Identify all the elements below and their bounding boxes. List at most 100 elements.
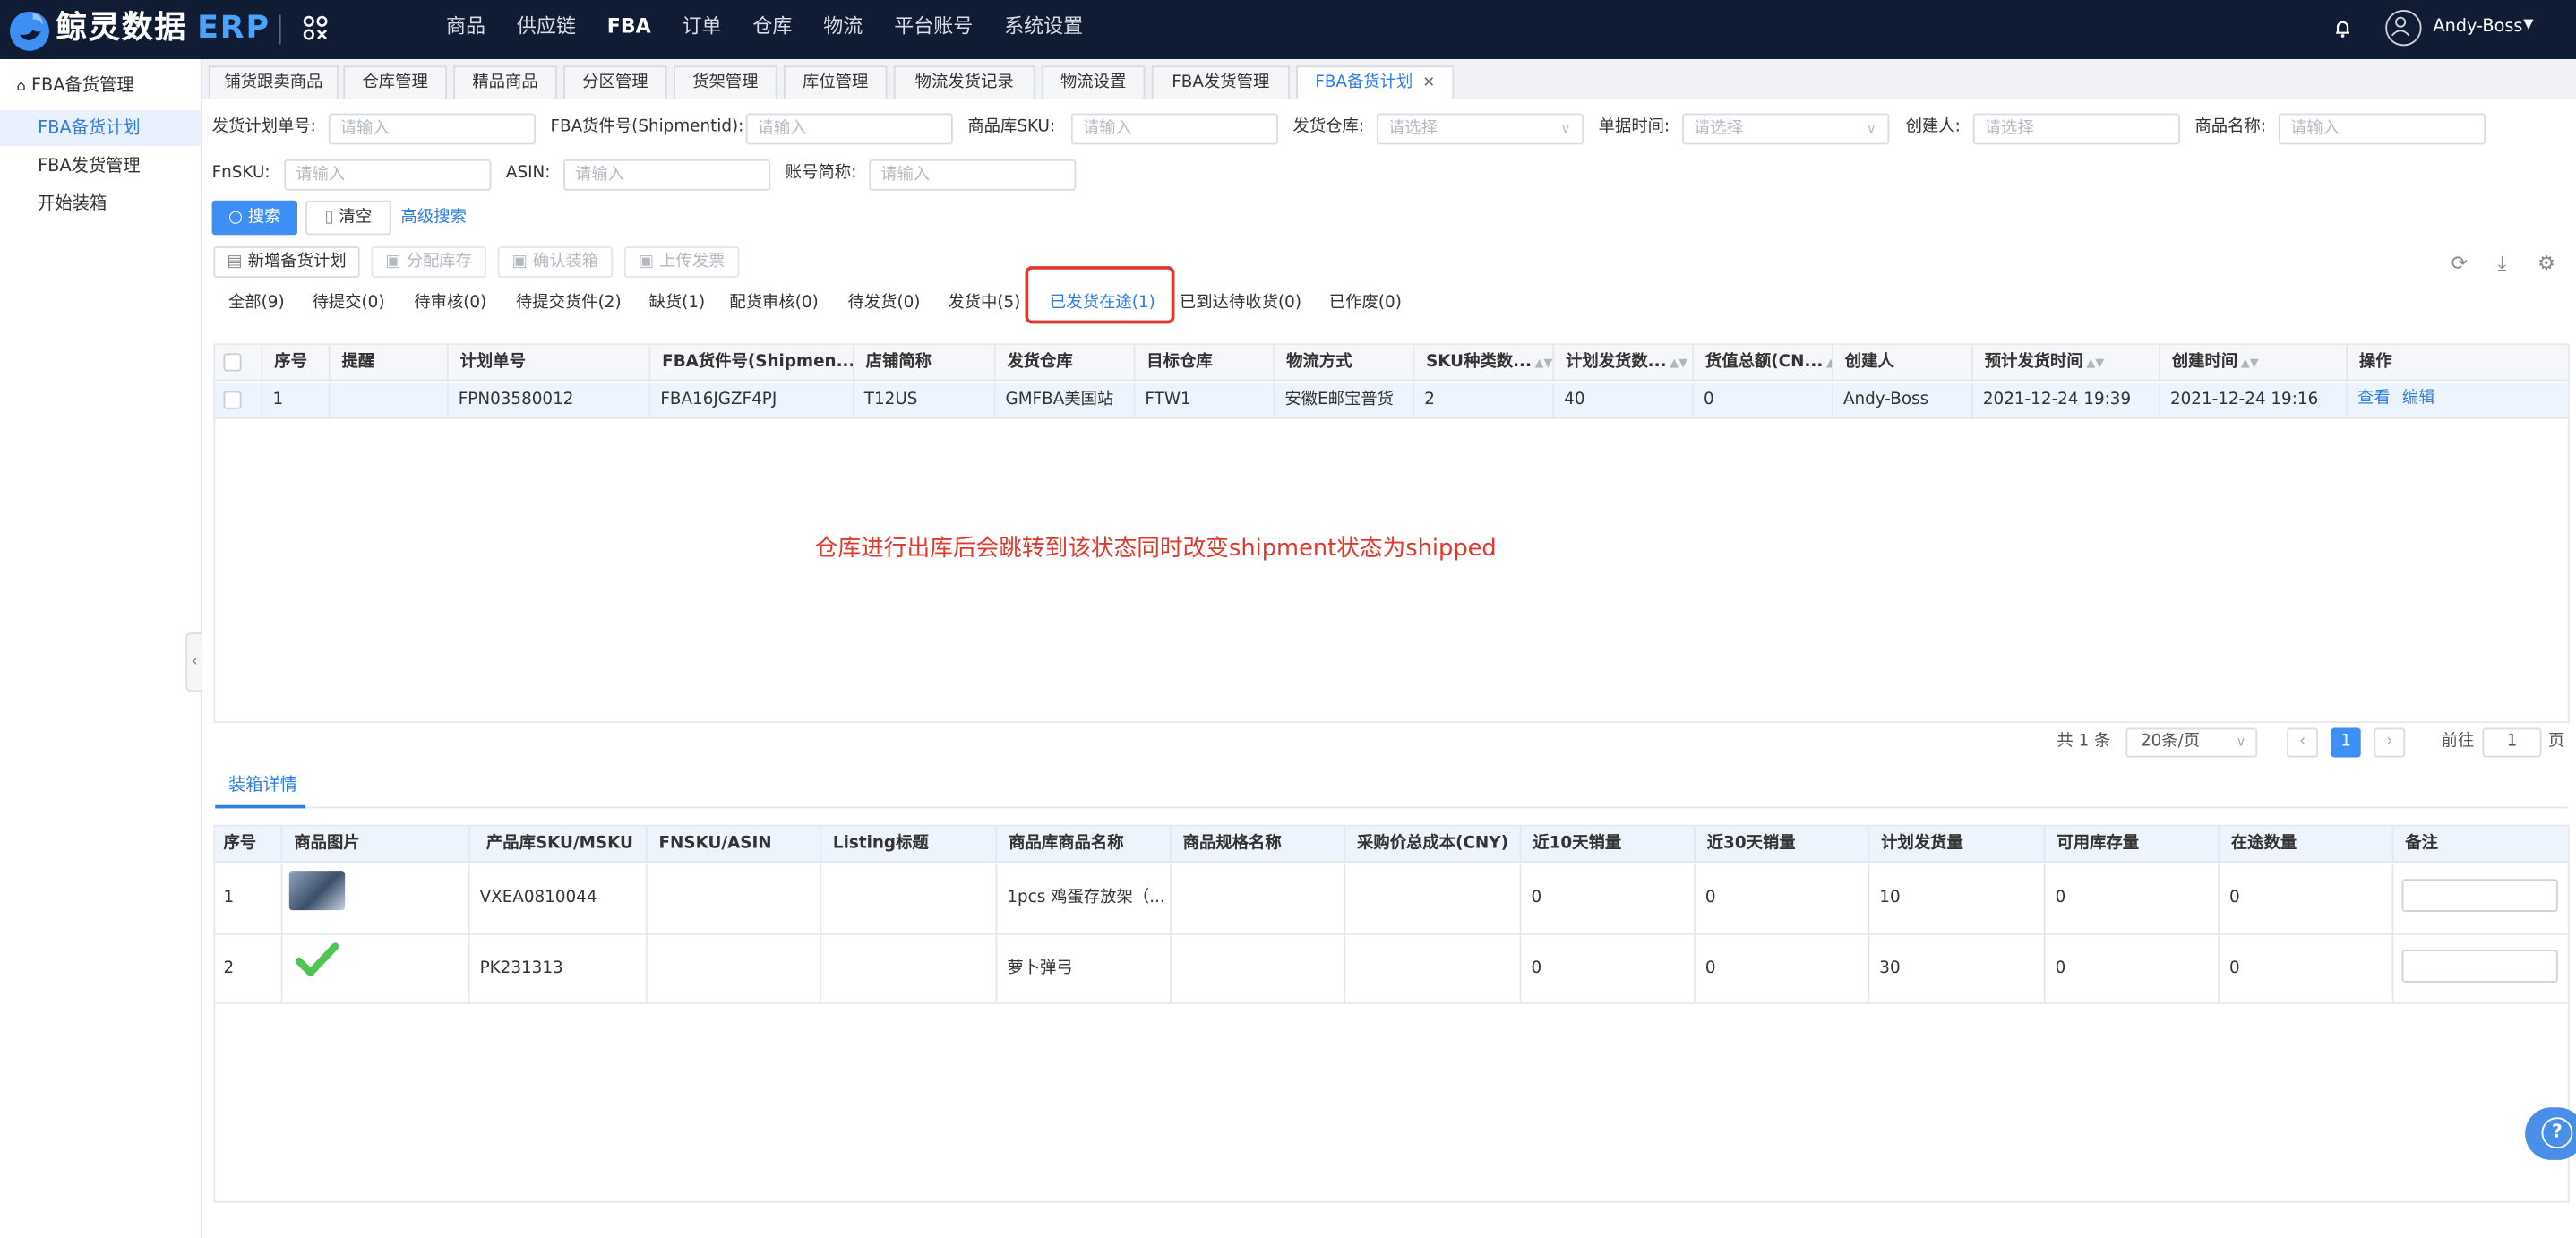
tab-shipping-records[interactable]: 物流发货记录 — [893, 65, 1035, 99]
goto-page-input[interactable]: 1 — [2482, 727, 2542, 758]
creator-select[interactable]: 请选择 — [1972, 113, 2180, 145]
allocate-stock-button[interactable]: ▣ 分配库存 — [371, 246, 486, 278]
edit-link[interactable]: 编辑 — [2402, 390, 2435, 408]
nav-supply-chain[interactable]: 供应链 — [501, 0, 591, 59]
status-tab-to-submit-shipment[interactable]: 待提交货件(2) — [516, 289, 622, 319]
fnsku-input[interactable]: 请输入 — [284, 159, 492, 191]
sidebar-collapse-handle[interactable]: ‹ — [185, 632, 204, 692]
top-bar: 鲸灵数据 ERP 商品 供应链 FBA 订单 仓库 物流 平台账号 系统设置 A… — [0, 0, 2576, 60]
refresh-icon[interactable]: ⟳ — [2448, 252, 2471, 275]
avatar[interactable] — [2385, 10, 2422, 47]
clear-button[interactable]: ▯ 清空 — [305, 200, 391, 236]
advanced-search-link[interactable]: 高级搜索 — [401, 203, 467, 233]
tab-location-mgmt[interactable]: 库位管理 — [783, 65, 888, 99]
cell-sku-kinds: 2 — [1414, 383, 1555, 419]
sidebar-item-fba-plan[interactable]: FBA备货计划 — [0, 109, 201, 147]
chevron-down-icon: ∨ — [2236, 734, 2246, 750]
tab-packing-detail[interactable]: 装箱详情 — [228, 772, 297, 797]
whale-logo-icon[interactable] — [6, 6, 52, 52]
col-header-sortable[interactable]: 计划发货数... ▲▼ — [1554, 345, 1695, 382]
nav-logistics[interactable]: 物流 — [808, 0, 879, 59]
cell-cost — [1345, 864, 1522, 933]
brand-name: 鲸灵数据 ERP — [56, 10, 270, 47]
select-all-checkbox[interactable] — [223, 353, 242, 372]
view-link[interactable]: 查看 — [2357, 390, 2391, 408]
sidebar-item-start-packing[interactable]: 开始装箱 — [0, 185, 201, 221]
sidebar-title[interactable]: ⌂ FBA备货管理 — [16, 73, 133, 98]
product-name-input[interactable]: 请输入 — [2279, 113, 2486, 145]
warehouse-select[interactable]: 请选择 ∨ — [1377, 113, 1584, 145]
plan-no-input[interactable]: 请输入 — [328, 113, 536, 145]
tab-premium-goods[interactable]: 精品商品 — [453, 65, 557, 99]
asin-label: ASIN: — [505, 164, 551, 183]
tab-warehouse-mgmt[interactable]: 仓库管理 — [343, 65, 447, 99]
user-name[interactable]: Andy-Boss — [2433, 16, 2522, 36]
tab-dropship-goods[interactable]: 铺货跟卖商品 — [208, 65, 339, 99]
download-icon[interactable]: ⤓ — [2491, 252, 2514, 275]
gear-icon[interactable]: ⚙ — [2535, 252, 2558, 275]
document-icon: ▤ — [227, 253, 248, 271]
tab-logistics-settings[interactable]: 物流设置 — [1041, 65, 1146, 99]
next-page-button[interactable]: › — [2374, 727, 2406, 758]
col-header-sortable[interactable]: 预计发货时间 ▲▼ — [1973, 345, 2160, 382]
search-icon: ○ — [228, 208, 248, 228]
date-select[interactable]: 请选择 ∨ — [1682, 113, 1890, 145]
confirm-packing-button[interactable]: ▣ 确认装箱 — [497, 246, 614, 278]
col-header-sortable[interactable]: 货值总额(CN...▲▼ — [1694, 345, 1833, 382]
sort-icon[interactable]: ▲▼ — [2241, 357, 2259, 370]
search-button[interactable]: ○ 搜索 — [211, 200, 297, 236]
page-1-button[interactable]: 1 — [2331, 727, 2361, 758]
status-tab-to-review[interactable]: 待审核(0) — [414, 289, 486, 319]
sort-icon[interactable]: ▲▼ — [2086, 357, 2104, 370]
sku-input[interactable]: 请输入 — [1070, 113, 1278, 145]
nav-platform-account[interactable]: 平台账号 — [879, 0, 989, 59]
col-header: 近10天销量 — [1521, 826, 1696, 863]
status-tab-to-submit[interactable]: 待提交(0) — [312, 289, 384, 319]
nav-fba[interactable]: FBA — [591, 0, 666, 59]
sort-icon[interactable]: ▲▼ — [1535, 357, 1553, 370]
row-checkbox-cell — [215, 383, 263, 419]
nav-system-settings[interactable]: 系统设置 — [989, 0, 1099, 59]
tab-fba-plan[interactable]: FBA备货计划 ✕ — [1296, 65, 1455, 99]
chevron-down-icon[interactable]: ▼ — [2523, 16, 2533, 31]
status-tab-all[interactable]: 全部(9) — [228, 289, 285, 319]
nav-orders[interactable]: 订单 — [666, 0, 737, 59]
col-header: 采购价总成本(CNY) — [1345, 826, 1522, 863]
col-header-sortable[interactable]: 创建时间 ▲▼ — [2160, 345, 2348, 382]
close-icon[interactable]: ✕ — [1422, 75, 1435, 91]
tab-shelf-mgmt[interactable]: 货架管理 — [674, 65, 777, 99]
cell-operations: 查看 编辑 — [2348, 383, 2568, 418]
remark-input[interactable] — [2401, 879, 2558, 912]
help-button[interactable] — [2525, 1107, 2576, 1160]
row-checkbox[interactable] — [223, 391, 242, 409]
cell-plan-no: FPN03580012 — [449, 383, 651, 419]
active-tab-indicator — [215, 804, 306, 809]
tab-zone-mgmt[interactable]: 分区管理 — [563, 65, 667, 99]
tab-fba-shipping[interactable]: FBA发货管理 — [1151, 65, 1290, 99]
page-size-select[interactable]: 20条/页 ∨ — [2125, 727, 2258, 758]
app-grid-icon[interactable] — [302, 15, 328, 41]
bell-icon[interactable] — [2331, 16, 2355, 39]
cell-spec — [1172, 934, 1346, 1002]
status-tab-to-ship[interactable]: 待发货(0) — [847, 289, 920, 319]
new-plan-button[interactable]: ▤ 新增备货计划 — [213, 246, 360, 278]
remark-input[interactable] — [2401, 950, 2558, 983]
col-header: 目标仓库 — [1135, 345, 1275, 382]
col-header-sortable[interactable]: SKU种类数... ▲▼ — [1414, 345, 1555, 382]
status-tab-void[interactable]: 已作废(0) — [1329, 289, 1402, 319]
status-tab-allocation-review[interactable]: 配货审核(0) — [729, 289, 818, 319]
sort-icon[interactable]: ▲▼ — [1670, 357, 1687, 370]
cell-plan-qty: 10 — [1869, 864, 2046, 933]
nav-warehouse[interactable]: 仓库 — [737, 0, 808, 59]
sort-icon[interactable]: ▲▼ — [1826, 357, 1832, 370]
asin-input[interactable]: 请输入 — [563, 159, 771, 191]
prev-page-button[interactable]: ‹ — [2287, 727, 2319, 758]
status-tab-shipping[interactable]: 发货中(5) — [948, 289, 1020, 319]
status-tab-arrived[interactable]: 已到达待收货(0) — [1180, 289, 1301, 319]
shipment-input[interactable]: 请输入 — [745, 113, 953, 145]
upload-invoice-button[interactable]: ▣ 上传发票 — [623, 246, 740, 278]
account-input[interactable]: 请输入 — [869, 159, 1077, 191]
sidebar-item-fba-shipping[interactable]: FBA发货管理 — [0, 148, 201, 184]
status-tab-out-of-stock[interactable]: 缺货(1) — [649, 289, 706, 319]
nav-goods[interactable]: 商品 — [431, 0, 502, 59]
